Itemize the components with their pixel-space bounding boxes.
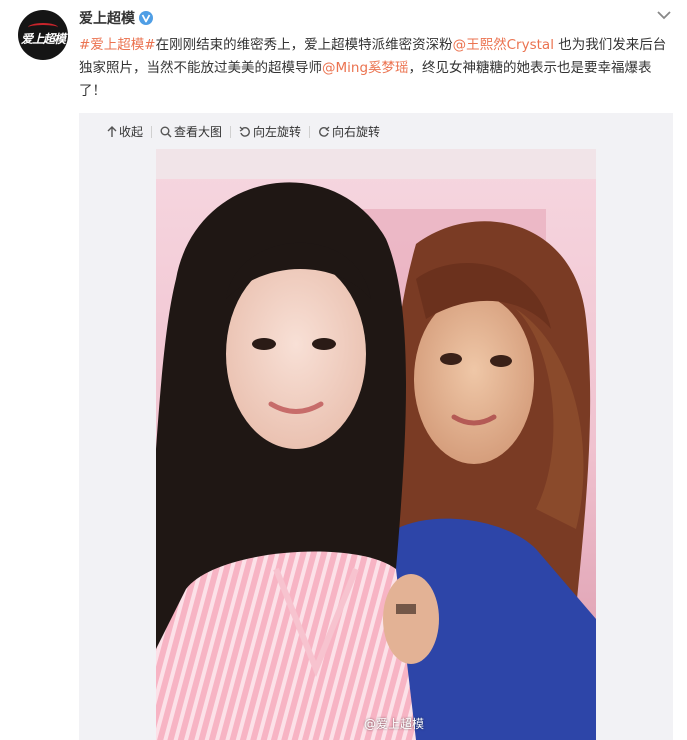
media-toolbar: 收起 查看大图 向左旋转 向右旋转 [99,123,388,140]
rotate-left-label: 向左旋转 [253,125,302,139]
media-box: 收起 查看大图 向左旋转 向右旋转 @爱上超模 [79,113,673,740]
mention-link-2[interactable]: @Ming奚梦瑶 [322,60,409,76]
rotate-right-label: 向右旋转 [332,125,381,139]
hashtag-link[interactable]: #爱上超模# [79,37,156,53]
search-icon [160,126,172,138]
rotate-right-button[interactable]: 向右旋转 [310,123,388,140]
rotate-right-icon [319,126,330,137]
mention-link-1[interactable]: @王熙然Crystal [453,37,554,53]
rotate-left-button[interactable]: 向左旋转 [231,123,309,140]
photo-illustration [156,149,596,740]
collapse-label: 收起 [119,125,144,139]
view-large-button[interactable]: 查看大图 [152,123,230,140]
post-header: 爱上超模 [79,8,153,28]
arrow-up-icon [107,125,117,137]
username[interactable]: 爱上超模 [79,8,135,28]
post-photo[interactable]: @爱上超模 [156,149,596,740]
chevron-down-icon[interactable] [657,10,671,20]
verified-badge-icon [139,11,153,25]
avatar[interactable]: 爱上超模 [18,10,68,60]
post-text: #爱上超模#在刚刚结束的维密秀上，爱上超模特派维密资深粉@王熙然Crystal … [79,34,669,103]
post-text-part1: 在刚刚结束的维密秀上，爱上超模特派维密资深粉 [155,37,453,53]
watermark: @爱上超模 [363,717,424,731]
avatar-logo-text: 爱上超模 [21,32,66,46]
view-large-label: 查看大图 [174,125,223,139]
collapse-button[interactable]: 收起 [99,123,151,140]
rotate-left-icon [239,126,250,137]
